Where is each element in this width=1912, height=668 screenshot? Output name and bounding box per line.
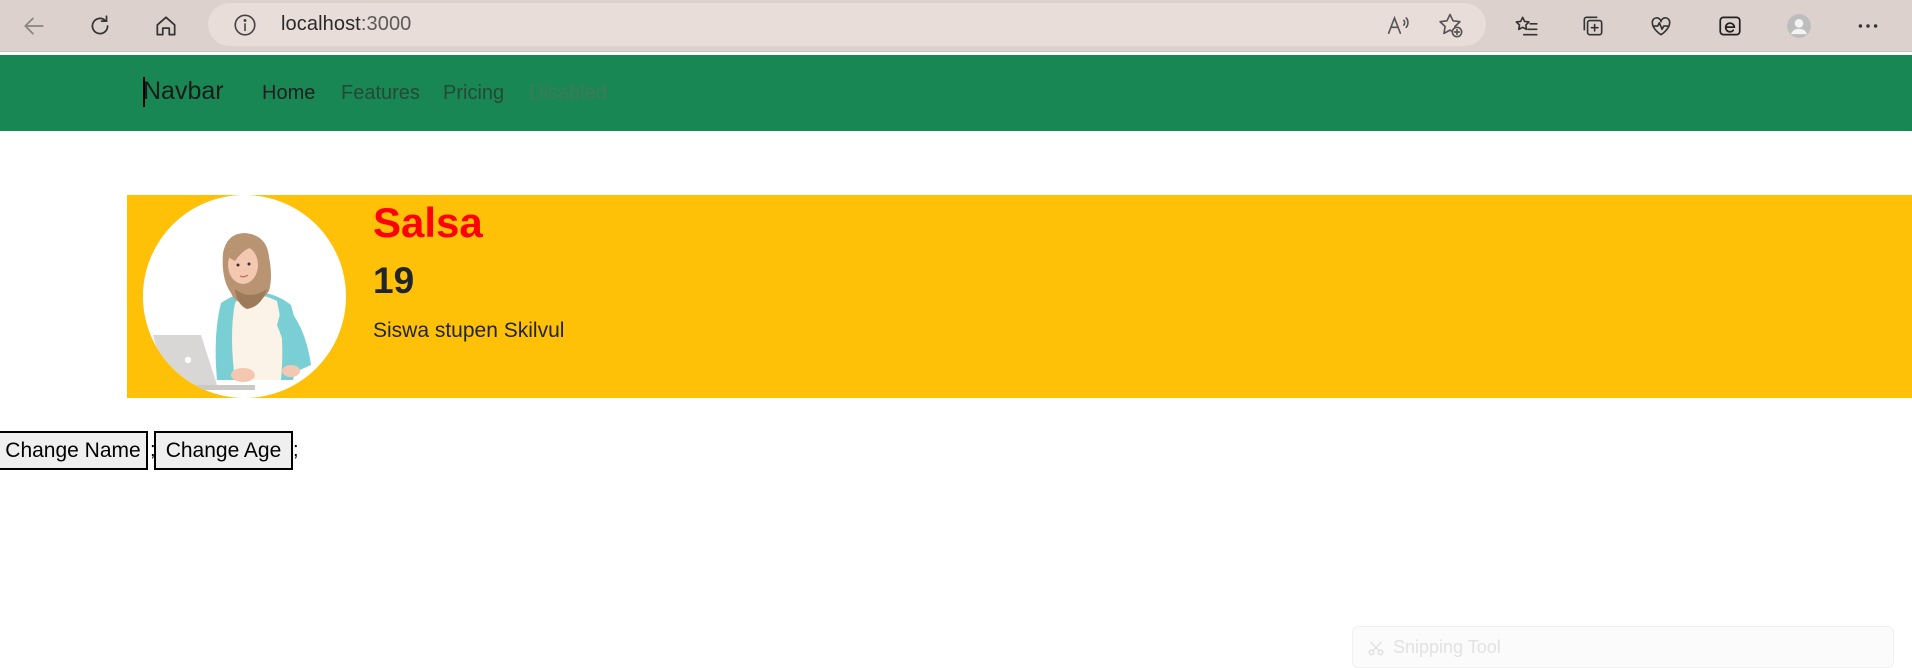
add-favorite-icon[interactable] xyxy=(1436,11,1464,39)
profile-button[interactable] xyxy=(1779,6,1819,46)
favorites-button[interactable] xyxy=(1507,6,1547,46)
favorites-list-icon xyxy=(1515,16,1538,36)
collections-icon xyxy=(1583,16,1603,36)
browser-toolbar: localhost:3000 xyxy=(0,0,1912,52)
home-button[interactable] xyxy=(146,6,186,46)
change-name-button[interactable]: Change Name xyxy=(0,431,148,470)
scissors-icon xyxy=(1368,641,1384,656)
settings-more-button[interactable] xyxy=(1848,6,1888,46)
navbar-brand[interactable]: Navbar xyxy=(143,77,224,106)
ie-mode-icon xyxy=(1719,16,1741,36)
site-navbar: Navbar Home Features Pricing Disabled xyxy=(0,55,1912,131)
site-info-icon[interactable] xyxy=(232,12,258,38)
separator-text: ; xyxy=(293,439,299,461)
refresh-icon xyxy=(91,15,109,35)
snipping-tool-label: Snipping Tool xyxy=(1393,637,1501,657)
profile-description: Siswa stupen Skilvul xyxy=(373,319,565,342)
url-text: localhost:3000 xyxy=(281,13,411,36)
browser-essentials-button[interactable] xyxy=(1641,6,1681,46)
nav-link-disabled: Disabled xyxy=(529,82,607,104)
nav-link-pricing[interactable]: Pricing xyxy=(443,82,504,105)
back-arrow-icon xyxy=(24,17,44,35)
nav-link-home[interactable]: Home xyxy=(262,82,315,105)
address-bar[interactable]: localhost:3000 xyxy=(208,3,1486,46)
snipping-tool-notification[interactable]: Snipping Tool xyxy=(1352,626,1894,668)
profile-card: Salsa 19 Siswa stupen Skilvul xyxy=(127,195,1912,398)
profile-age: 19 xyxy=(373,260,415,301)
woman-with-laptop-illustration xyxy=(143,195,345,397)
home-icon xyxy=(156,16,176,36)
nav-link-features[interactable]: Features xyxy=(341,82,420,105)
profile-avatar-icon xyxy=(1787,14,1811,38)
refresh-button[interactable] xyxy=(80,6,120,46)
read-aloud-icon[interactable] xyxy=(1384,11,1412,39)
url-host: localhost xyxy=(281,13,361,35)
collections-button[interactable] xyxy=(1573,6,1613,46)
profile-avatar xyxy=(143,195,346,398)
change-age-button[interactable]: Change Age xyxy=(154,431,293,470)
profile-name: Salsa xyxy=(373,199,483,246)
heart-pulse-icon xyxy=(1651,17,1671,36)
ie-mode-button[interactable] xyxy=(1710,6,1750,46)
more-dots-icon xyxy=(1858,24,1878,28)
back-button[interactable] xyxy=(14,6,54,46)
url-port: :3000 xyxy=(360,13,412,35)
